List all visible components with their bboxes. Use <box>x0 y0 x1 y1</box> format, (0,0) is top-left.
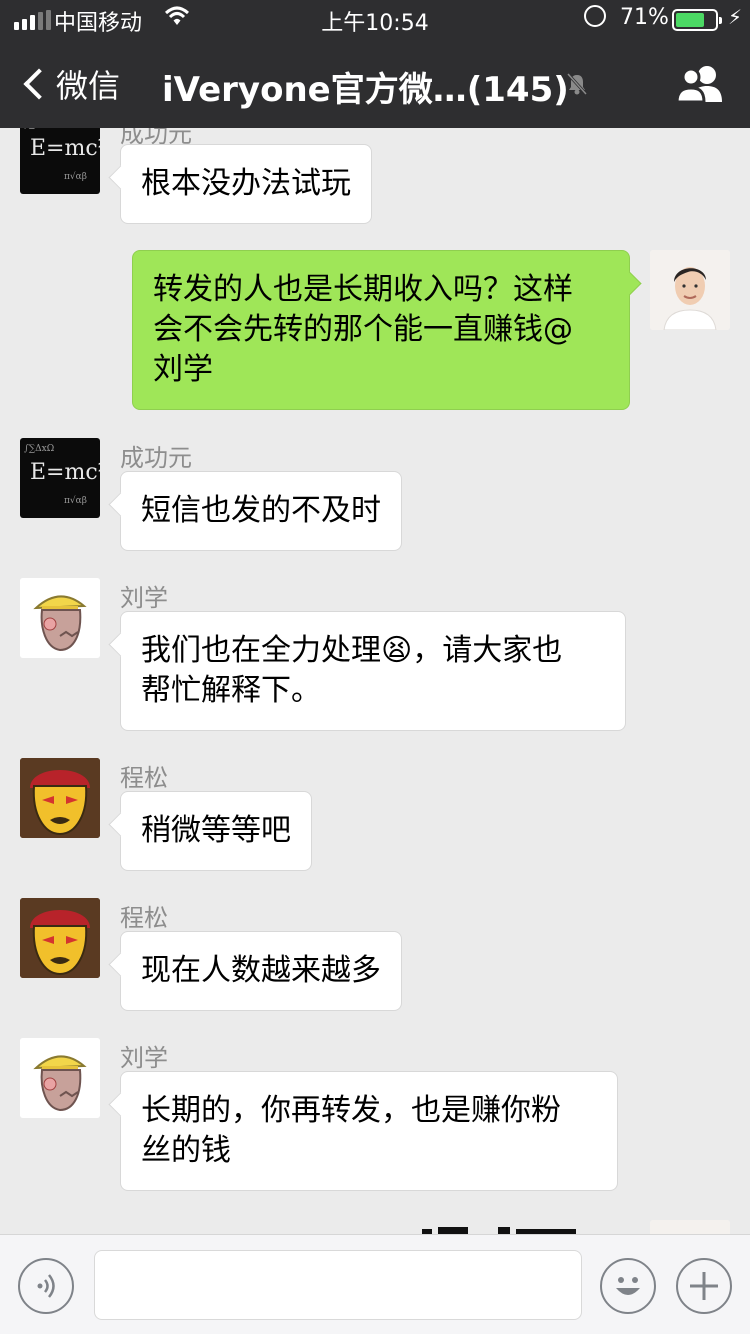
avatar-liuxue[interactable] <box>20 1038 100 1118</box>
message-input[interactable] <box>94 1250 582 1320</box>
plus-icon[interactable] <box>676 1258 732 1314</box>
back-chevron-icon <box>23 68 55 100</box>
avatar-self[interactable] <box>650 1220 730 1234</box>
emoji-icon[interactable] <box>600 1258 656 1314</box>
message-bubble[interactable]: 现在人数越来越多 <box>120 931 402 1011</box>
avatar-self[interactable] <box>650 250 730 330</box>
message-bubble[interactable]: 根本没办法试玩 <box>120 144 372 224</box>
mute-icon <box>566 72 588 102</box>
avatar-chenggongyuan[interactable]: E=mc² ∫∑ΔxΩ π√αβ <box>20 438 100 518</box>
message-bubble[interactable]: 我们也在全力处理😫，请大家也 帮忙解释下。 <box>120 611 626 731</box>
sender-name: 刘学 <box>120 584 168 612</box>
avatar-chengsong[interactable] <box>20 898 100 978</box>
sender-name: 成功元 <box>120 444 192 472</box>
message-bubble[interactable]: 稍微等等吧 <box>120 791 312 871</box>
group-members-icon[interactable] <box>675 64 726 106</box>
cut-off-message-edge <box>420 1222 580 1234</box>
top-header: 中国移动 上午10:54 71% ⚡ 微信 iVeryone官方微…(145) <box>0 0 750 128</box>
avatar-liuxue[interactable] <box>20 578 100 658</box>
charging-icon: ⚡ <box>728 5 743 29</box>
avatar-chenggongyuan[interactable]: E=mc² ∫∑ΔxΩ π√αβ <box>20 128 100 194</box>
chat-title: iVeryone官方微…(145) <box>162 70 569 110</box>
voice-icon[interactable] <box>18 1258 74 1314</box>
message-bubble[interactable]: 短信也发的不及时 <box>120 471 402 551</box>
battery-percent: 71% <box>620 5 669 30</box>
battery-icon <box>672 9 722 31</box>
avatar-formula: E=mc² <box>30 136 100 161</box>
sender-name: 刘学 <box>120 1044 168 1072</box>
sender-name: 程松 <box>120 904 168 932</box>
sender-name: 程松 <box>120 764 168 792</box>
message-bubble-outgoing[interactable]: 转发的人也是长期收入吗？这样 会不会先转的那个能一直赚钱@ 刘学 <box>132 250 630 410</box>
message-list[interactable]: E=mc² ∫∑ΔxΩ π√αβ 成功元 根本没办法试玩 转发的人也是长期收入吗… <box>0 128 750 1234</box>
input-bar <box>0 1234 750 1334</box>
message-bubble[interactable]: 长期的，你再转发，也是赚你粉 丝的钱 <box>120 1071 618 1191</box>
avatar-formula: E=mc² <box>30 460 100 485</box>
status-bar: 中国移动 上午10:54 71% ⚡ <box>0 0 750 40</box>
rotation-lock-icon <box>584 5 606 27</box>
avatar-chengsong[interactable] <box>20 758 100 838</box>
back-label: 微信 <box>56 67 121 105</box>
back-button[interactable]: 微信 <box>20 62 120 106</box>
